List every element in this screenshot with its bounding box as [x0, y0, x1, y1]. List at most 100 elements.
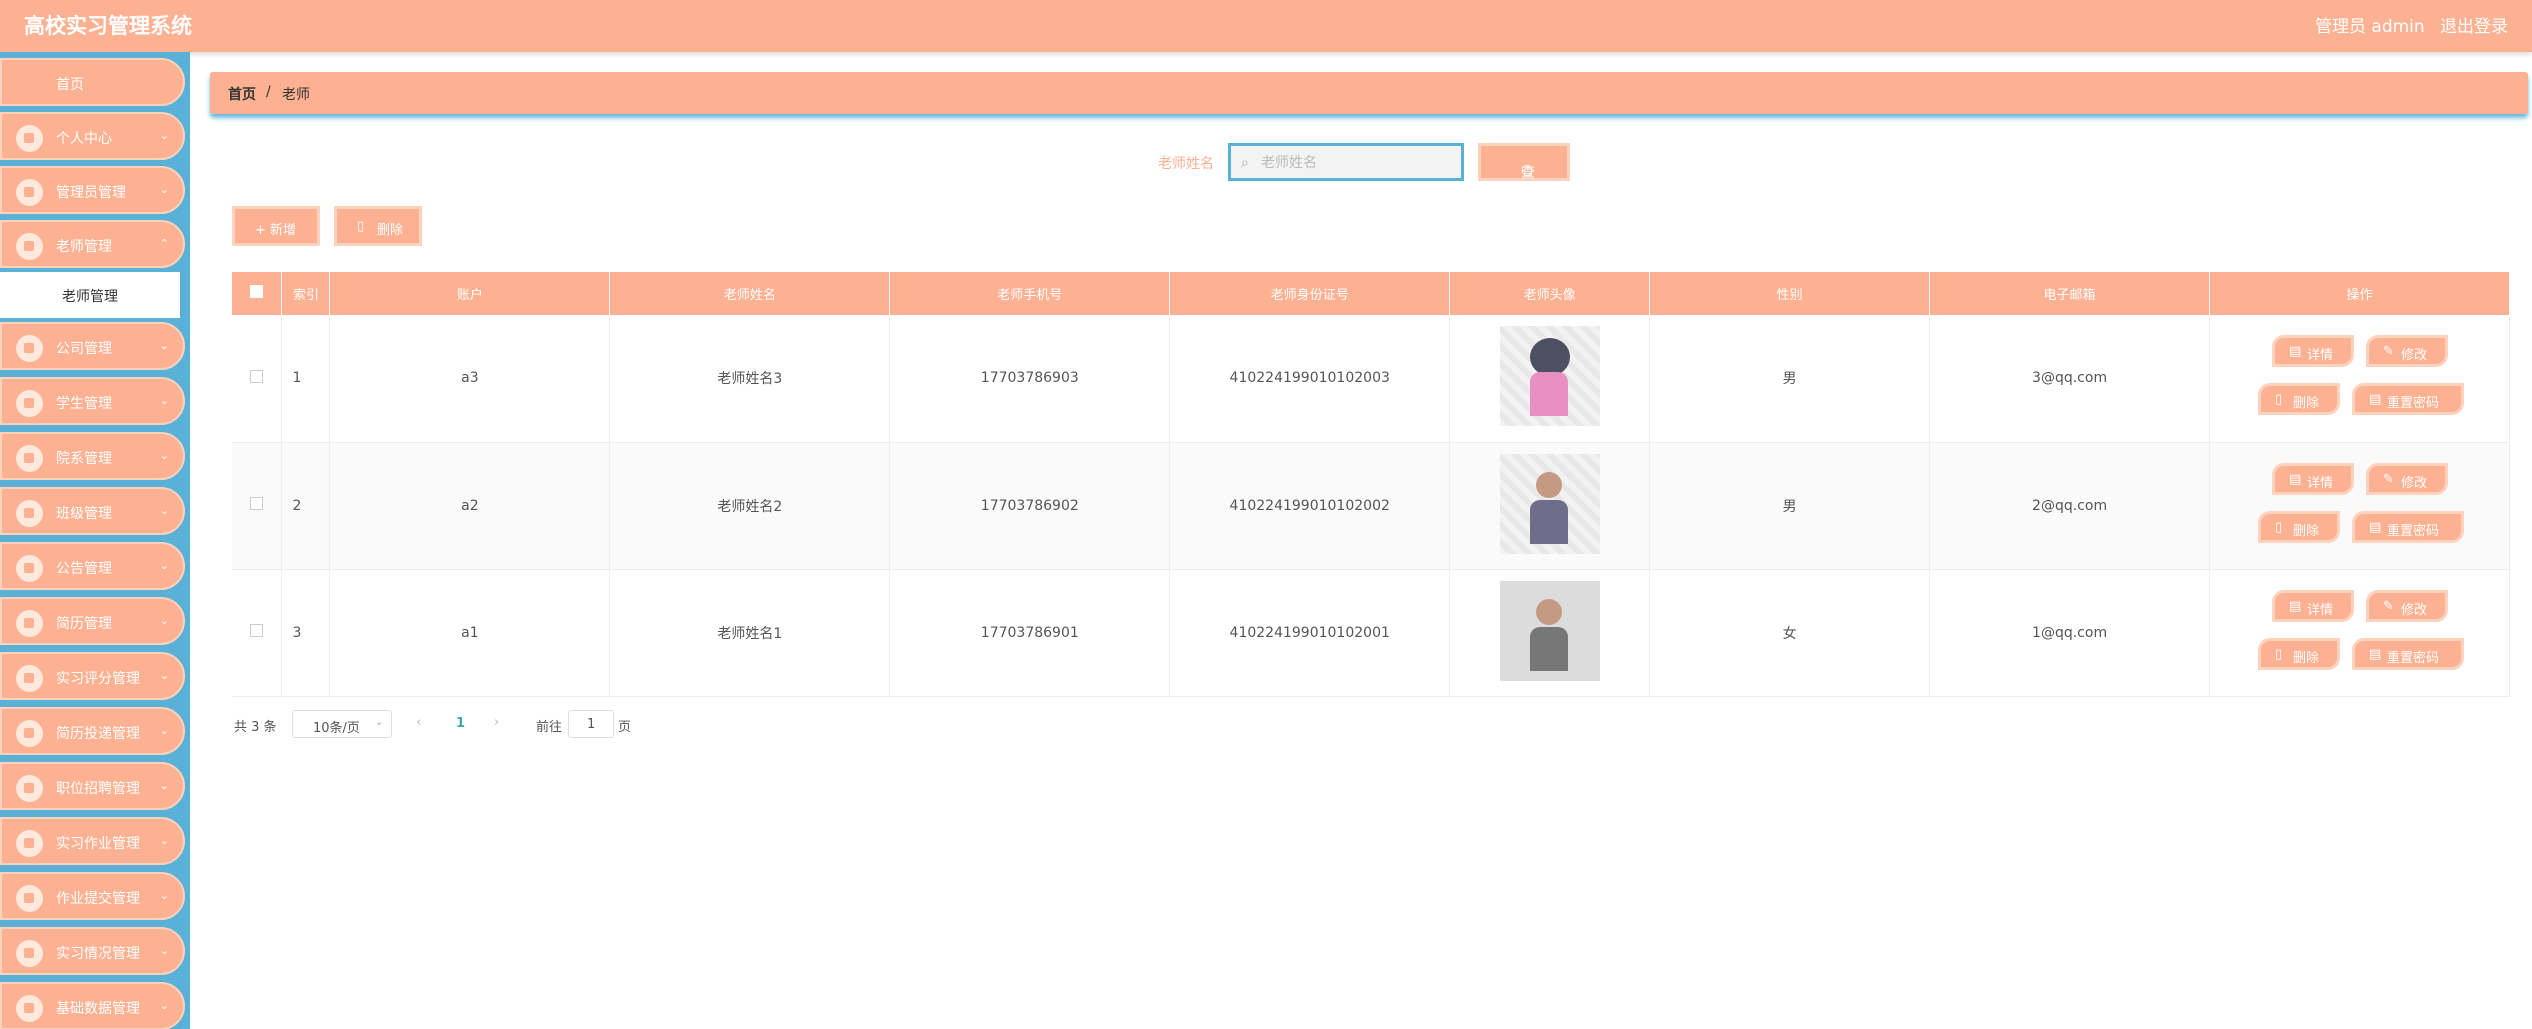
sidebar-item-resume-delivery[interactable]: 简历投递管理 ⌄ [0, 707, 185, 755]
list-icon [16, 445, 43, 472]
row-checkbox[interactable] [250, 624, 264, 637]
chevron-down-icon: ⌄ [159, 944, 169, 957]
top-bar: 高校实习管理系统 管理员 admin 退出登录 [0, 0, 2532, 52]
sidebar-item-resume[interactable]: 简历管理 ⌄ [0, 597, 185, 645]
sidebar-item-company[interactable]: 公司管理 ⌄ [0, 322, 185, 370]
next-page-button[interactable]: › [494, 715, 499, 730]
cell-name: 老师姓名3 [609, 315, 891, 443]
sidebar-item-home[interactable]: 首页 [0, 58, 185, 106]
grid-icon [16, 335, 43, 362]
detail-button[interactable]: ▤ 详情 [2272, 589, 2355, 622]
sidebar-item-teacher[interactable]: 老师管理 ⌃ [0, 220, 185, 268]
breadcrumb-current: 老师 [282, 87, 310, 103]
page-number-current[interactable]: 1 [456, 716, 465, 731]
sidebar-item-label: 管理员管理 [56, 185, 126, 201]
grid-icon [16, 720, 43, 747]
sidebar: 首页 个人中心 ⌄ 管理员管理 ⌄ 老师管理 ⌃ 老师管理 公司管理 ⌄ 学生管… [0, 52, 190, 1029]
cell-name: 老师姓名2 [609, 442, 891, 570]
sidebar-item-score[interactable]: 实习评分管理 ⌄ [0, 652, 185, 700]
add-button-label: + 新增 [255, 223, 297, 238]
detail-label: 详情 [2307, 602, 2334, 618]
cell-avatar [1449, 315, 1651, 443]
sidebar-item-label: 院系管理 [56, 451, 112, 467]
cell-avatar [1449, 442, 1651, 570]
search-input[interactable] [1261, 152, 1451, 174]
reset-password-button[interactable]: ▤ 重置密码 [2352, 383, 2465, 415]
table-row: 2 a2 老师姓名2 17703786902 41022419901010200… [232, 442, 2510, 570]
sidebar-item-student[interactable]: 学生管理 ⌄ [0, 377, 185, 425]
sidebar-item-recruit[interactable]: 职位招聘管理 ⌄ [0, 762, 185, 810]
page-unit-label: 页 [618, 720, 632, 735]
table-header-row: 索引 账户 老师姓名 老师手机号 老师身份证号 老师头像 性别 电子邮箱 操作 [232, 272, 2510, 315]
delete-button[interactable]: ▯ 删除 [2258, 637, 2341, 670]
sidebar-item-label: 职位招聘管理 [56, 781, 140, 797]
cell-actions: ▤ 详情 ✎ 修改 ▯ 删除 ▤ 重置密码 [2209, 315, 2510, 443]
sidebar-item-status[interactable]: 实习情况管理 ⌄ [0, 927, 185, 975]
sidebar-item-label: 老师管理 [56, 239, 112, 255]
detail-button[interactable]: ▤ 详情 [2272, 462, 2355, 495]
batch-delete-button[interactable]: ▯ 删除 [334, 206, 422, 246]
row-checkbox[interactable] [250, 369, 264, 383]
cell-email: 3@qq.com [1929, 315, 2211, 443]
edit-button[interactable]: ✎ 修改 [2366, 462, 2449, 495]
teacher-table: 索引 账户 老师姓名 老师手机号 老师身份证号 老师头像 性别 电子邮箱 操作 … [232, 272, 2510, 697]
reset-password-button[interactable]: ▤ 重置密码 [2352, 510, 2465, 543]
cell-idcard: 410224199010102001 [1169, 569, 1451, 697]
goto-page-input[interactable]: 1 [568, 710, 614, 738]
delete-button-label: 删除 [377, 223, 404, 238]
row-select-cell [232, 315, 283, 443]
cell-gender: 女 [1649, 569, 1931, 697]
reset-password-button[interactable]: ▤ 重置密码 [2352, 637, 2465, 670]
chevron-down-icon: ⌄ [159, 669, 169, 682]
detail-button[interactable]: ▤ 详情 [2272, 335, 2355, 367]
admin-icon [16, 179, 43, 206]
logout-link[interactable]: 退出登录 [2440, 12, 2508, 37]
file-icon: ▤ [2289, 471, 2302, 487]
row-checkbox[interactable] [250, 497, 264, 510]
search-label: 老师姓名 [1158, 156, 1214, 172]
prev-page-button[interactable]: ‹ [416, 715, 421, 730]
user-icon [16, 125, 43, 152]
col-header: 老师头像 [1449, 272, 1651, 315]
sidebar-item-class[interactable]: 班级管理 ⌄ [0, 487, 185, 535]
sidebar-item-label: 实习作业管理 [56, 836, 140, 852]
file-icon: ▤ [2369, 519, 2382, 535]
cell-email: 1@qq.com [1929, 569, 2211, 697]
add-button[interactable]: + 新增 [232, 206, 320, 246]
search-field[interactable]: ⌕ [1228, 143, 1464, 181]
breadcrumb-home[interactable]: 首页 [228, 84, 256, 104]
file-icon: ▤ [2369, 646, 2382, 662]
sidebar-item-personal[interactable]: 个人中心 ⌄ [0, 112, 185, 160]
edit-button[interactable]: ✎ 修改 [2366, 589, 2449, 622]
sidebar-item-label: 实习评分管理 [56, 671, 140, 687]
avatar[interactable] [1499, 580, 1600, 681]
delete-button[interactable]: ▯ 删除 [2258, 383, 2341, 415]
sidebar-item-label: 班级管理 [56, 506, 112, 522]
sidebar-item-submission[interactable]: 作业提交管理 ⌄ [0, 872, 185, 920]
avatar[interactable] [1499, 453, 1600, 554]
select-all-checkbox[interactable] [250, 285, 264, 298]
sidebar-item-notice[interactable]: 公告管理 ⌄ [0, 542, 185, 590]
delete-button[interactable]: ▯ 删除 [2258, 510, 2341, 543]
grid-icon [16, 885, 43, 912]
chevron-down-icon: ⌄ [159, 339, 169, 352]
sidebar-item-department[interactable]: 院系管理 ⌄ [0, 432, 185, 480]
sidebar-item-label: 学生管理 [56, 396, 112, 412]
avatar[interactable] [1499, 326, 1600, 427]
chevron-down-icon: ⌄ [159, 779, 169, 792]
page-size-select[interactable]: 10条/页 ⌄ [292, 710, 392, 738]
query-button[interactable]: 查询 ○ [1478, 143, 1570, 201]
detail-label: 详情 [2307, 348, 2334, 363]
submenu-item-label: 老师管理 [62, 289, 118, 305]
cell-idcard: 410224199010102003 [1169, 315, 1451, 443]
sidebar-item-base-data[interactable]: 基础数据管理 ⌄ [0, 982, 185, 1029]
select-all-header[interactable] [232, 272, 283, 315]
reset-label: 重置密码 [2387, 396, 2440, 411]
calendar-icon [16, 390, 43, 417]
submenu-item-teacher-manage[interactable]: 老师管理 [0, 272, 180, 318]
sidebar-item-homework[interactable]: 实习作业管理 ⌄ [0, 817, 185, 865]
flag-icon [16, 775, 43, 802]
edit-button[interactable]: ✎ 修改 [2366, 335, 2449, 367]
chevron-down-icon: ⌄ [159, 724, 169, 737]
sidebar-item-admin[interactable]: 管理员管理 ⌄ [0, 166, 185, 214]
